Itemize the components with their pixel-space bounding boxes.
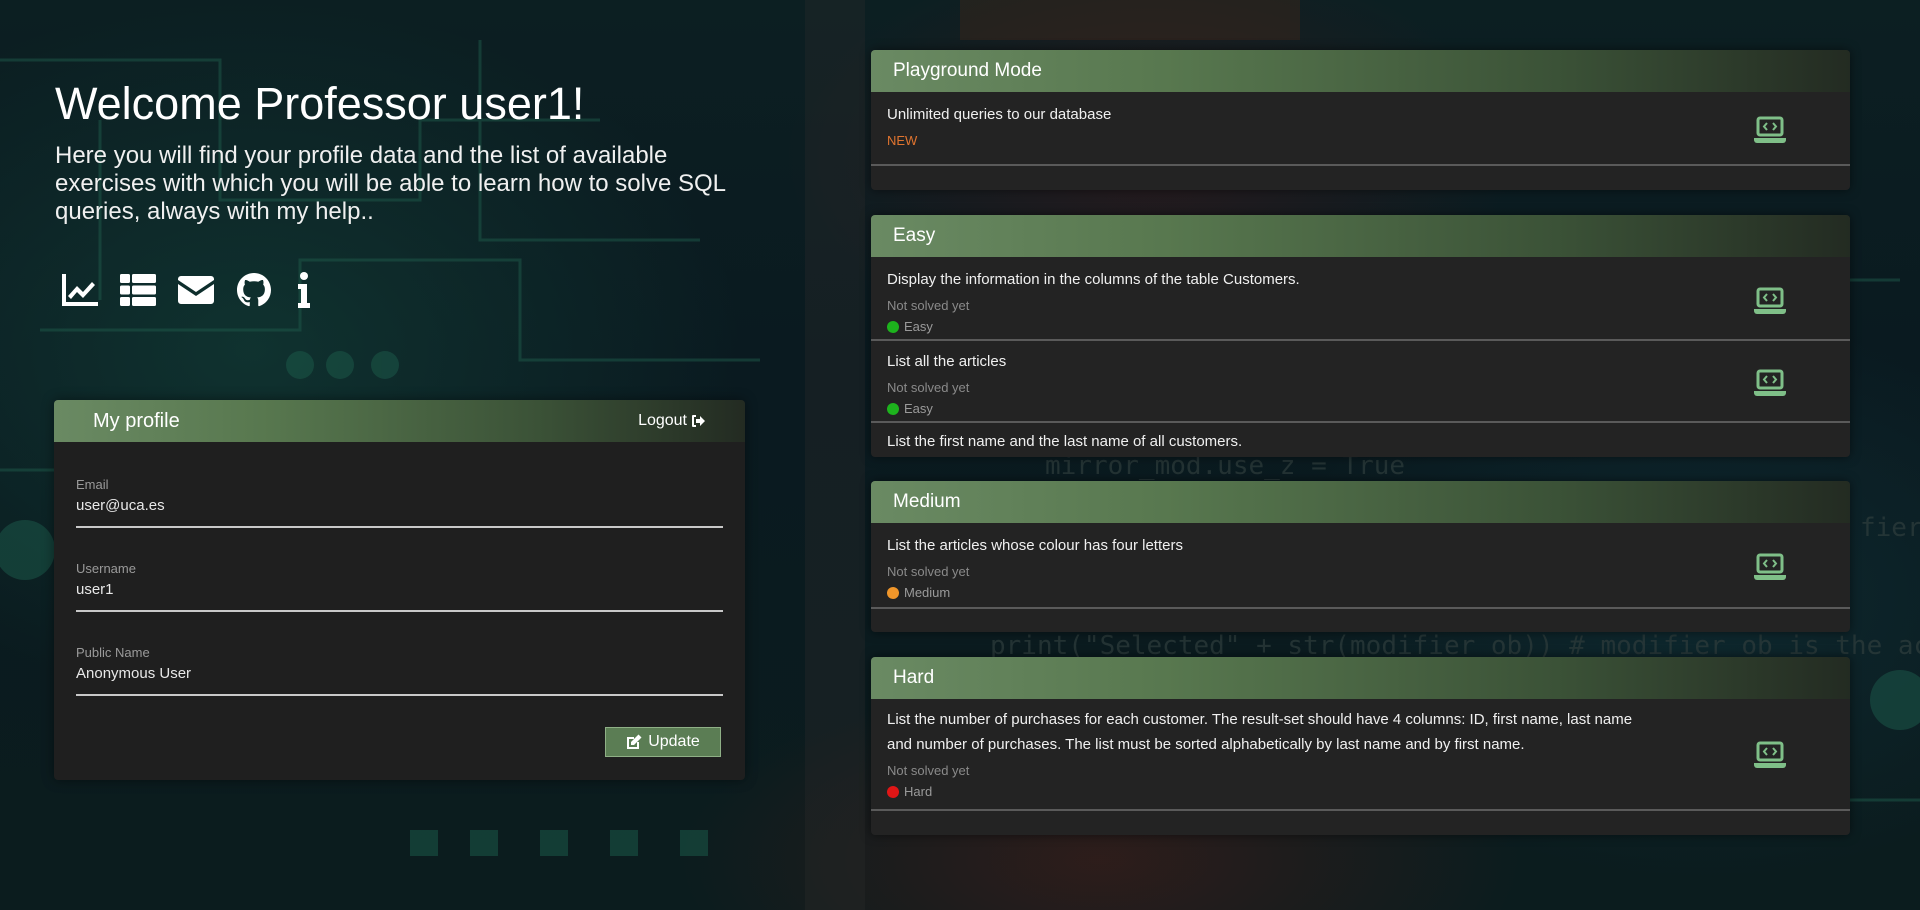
page-title: Welcome Professor user1!	[55, 78, 585, 129]
sign-out-icon	[692, 415, 705, 427]
public-name-input[interactable]: Anonymous User	[76, 665, 723, 696]
exercise-item[interactable]: List the number of purchases for each cu…	[871, 699, 1850, 811]
hard-header: Hard	[871, 657, 1850, 699]
exercise-status: Not solved yet	[887, 763, 970, 778]
exercise-status: Not solved yet	[887, 564, 970, 579]
medium-header: Medium	[871, 481, 1850, 523]
exercise-question: List all the articles	[887, 353, 1007, 370]
laptop-code-icon[interactable]	[1754, 741, 1786, 769]
difficulty-label: Hard	[904, 784, 933, 799]
exercise-item[interactable]: List all the articles Not solved yet Eas…	[871, 341, 1850, 423]
svg-text:fier_o: fier_o	[1860, 513, 1920, 543]
logout-label: Logout	[638, 412, 687, 429]
laptop-code-icon[interactable]	[1754, 369, 1786, 397]
email-field[interactable]: Email user@uca.es	[76, 477, 745, 528]
exercise-status: Not solved yet	[887, 298, 970, 313]
update-label: Update	[648, 733, 700, 750]
hard-dot-icon	[887, 785, 899, 798]
hard-title: Hard	[893, 667, 935, 688]
logout-button[interactable]: Logout	[638, 412, 707, 430]
update-button[interactable]: Update	[605, 727, 721, 757]
public-name-field[interactable]: Public Name Anonymous User	[76, 645, 745, 696]
exercise-question: List the first name and the last name of…	[887, 433, 1243, 450]
hard-card: Hard List the number of purchases for ea…	[871, 657, 1850, 835]
playground-card: Playground Mode Unlimited queries to our…	[871, 50, 1850, 190]
difficulty-badge: Easy	[887, 401, 1850, 416]
laptop-code-icon[interactable]	[1754, 116, 1786, 144]
difficulty-label: Easy	[904, 319, 933, 334]
exercise-question: Display the information in the columns o…	[887, 271, 1300, 288]
easy-header: Easy	[871, 215, 1850, 257]
exercise-item[interactable]: List the first name and the last name of…	[871, 423, 1850, 454]
difficulty-badge: Easy	[887, 319, 1850, 334]
profile-header: My profile Logout	[54, 400, 745, 442]
medium-card: Medium List the articles whose colour ha…	[871, 481, 1850, 632]
exercise-question: List the number of purchases for each cu…	[887, 711, 1633, 753]
info-icon[interactable]	[294, 272, 314, 308]
exercise-question: List the articles whose colour has four …	[887, 537, 1183, 554]
laptop-code-icon[interactable]	[1754, 287, 1786, 315]
medium-dot-icon	[887, 586, 899, 599]
page-subtitle: Here you will find your profile data and…	[55, 142, 726, 225]
easy-card: Easy Display the information in the colu…	[871, 215, 1850, 457]
playground-header: Playground Mode	[871, 50, 1850, 92]
playground-title: Playground Mode	[893, 60, 1042, 81]
difficulty-label: Medium	[904, 585, 951, 600]
email-label: Email	[76, 477, 109, 492]
difficulty-badge: Medium	[887, 585, 1850, 600]
envelope-icon[interactable]	[178, 272, 214, 308]
exercise-item-playground[interactable]: Unlimited queries to our database NEW	[871, 92, 1850, 166]
profile-title: My profile	[93, 409, 180, 432]
profile-card: My profile Logout Email user@uca.es User…	[54, 400, 745, 780]
username-field[interactable]: Username user1	[76, 561, 745, 612]
edit-icon	[627, 734, 642, 749]
email-input[interactable]: user@uca.es	[76, 497, 723, 528]
new-badge: NEW	[887, 133, 918, 148]
nav-icon-bar	[62, 272, 314, 308]
public-name-label: Public Name	[76, 645, 150, 660]
exercise-question: Unlimited queries to our database	[887, 106, 1112, 123]
laptop-code-icon[interactable]	[1754, 553, 1786, 581]
difficulty-badge: Hard	[887, 784, 1850, 799]
username-input[interactable]: user1	[76, 581, 723, 612]
easy-title: Easy	[893, 225, 936, 246]
easy-dot-icon	[887, 320, 899, 333]
exercise-status: Not solved yet	[887, 380, 970, 395]
github-icon[interactable]	[236, 272, 272, 308]
exercise-item[interactable]: Display the information in the columns o…	[871, 257, 1850, 341]
exercise-item[interactable]: List the articles whose colour has four …	[871, 523, 1850, 609]
welcome-section: Welcome Professor user1! Here you will f…	[55, 76, 775, 226]
table-list-icon[interactable]	[120, 272, 156, 308]
easy-dot-icon	[887, 402, 899, 415]
medium-title: Medium	[893, 491, 961, 512]
difficulty-label: Easy	[904, 401, 933, 416]
chart-line-icon[interactable]	[62, 272, 98, 308]
username-label: Username	[76, 561, 136, 576]
